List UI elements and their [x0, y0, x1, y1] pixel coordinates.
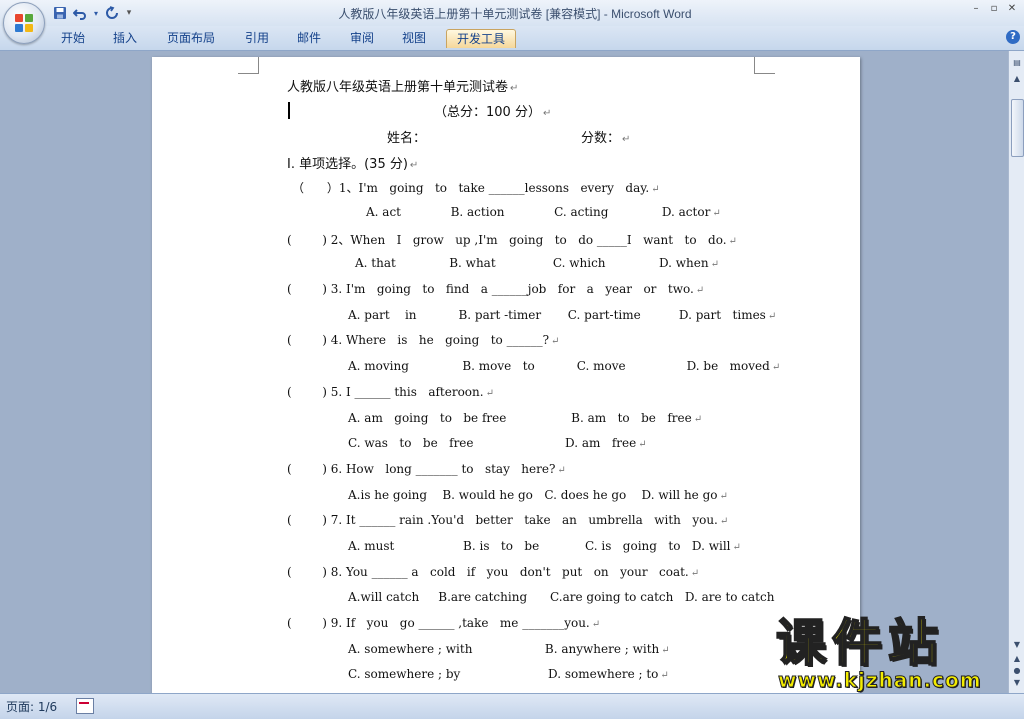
- question-6-options: A.is he going B. would he go C. does he …: [348, 488, 728, 502]
- question-5: ( ) 5. I ______ this afteroon. ↵: [287, 385, 494, 399]
- office-logo-icon: [15, 14, 33, 32]
- document-workspace: 人教版八年级英语上册第十单元测试卷 ↵ （总分：100 分） ↵ 姓名： 分数： ↵ …: [0, 51, 1008, 693]
- tab-mailings[interactable]: 邮件: [288, 29, 330, 47]
- question-5-options-1: A. am going to be free B. am to be free ↵: [348, 411, 703, 425]
- watermark-text: 课件站: [775, 613, 944, 673]
- title-bar: ▾ ▾ 人教版八年级英语上册第十单元测试卷 [兼容模式] - Microsoft…: [0, 0, 1024, 26]
- doc-section-heading: I. 单项选择。(35 分) ↵: [287, 157, 419, 172]
- tab-view[interactable]: 视图: [393, 29, 435, 47]
- scroll-up-icon[interactable]: ▲: [1010, 73, 1024, 85]
- status-bar: 页面: 1/6: [0, 693, 1024, 719]
- question-4-options: A. moving B. move to C. move D. be moved…: [348, 359, 781, 373]
- question-2-options: A. that B. what C. which D. when ↵: [355, 256, 719, 270]
- ruler-toggle-icon[interactable]: ▤: [1010, 57, 1024, 69]
- minimize-icon[interactable]: –: [968, 2, 984, 16]
- text-cursor: [288, 102, 290, 119]
- question-1: （ ）1、I'm going to take ______lessons eve…: [292, 181, 660, 195]
- proofing-icon[interactable]: [76, 698, 94, 714]
- help-icon[interactable]: ?: [1006, 30, 1020, 44]
- scroll-thumb[interactable]: [1011, 99, 1024, 157]
- question-4: ( ) 4. Where is he going to ______? ↵: [287, 333, 560, 347]
- window-title: 人教版八年级英语上册第十单元测试卷 [兼容模式] - Microsoft Wor…: [338, 7, 692, 21]
- question-6: ( ) 6. How long _______ to stay here? ↵: [287, 462, 566, 476]
- question-9-options-1: A. somewhere ; with B. anywhere ; with ↵: [348, 642, 670, 656]
- question-3: ( ) 3. I'm going to find a ______job for…: [287, 282, 705, 296]
- question-9: ( ) 9. If you go ______ ,take me _______…: [287, 616, 601, 630]
- tab-home[interactable]: 开始: [52, 29, 94, 47]
- vertical-scrollbar[interactable]: ▤ ▲ ▼ ▲ ● ▼: [1008, 51, 1024, 693]
- doc-total-score: （总分：100 分） ↵: [434, 105, 552, 120]
- document-page[interactable]: 人教版八年级英语上册第十单元测试卷 ↵ （总分：100 分） ↵ 姓名： 分数： ↵ …: [152, 57, 860, 693]
- question-2: ( ) 2、When I grow up ,I'm going to do __…: [287, 233, 737, 247]
- tab-references[interactable]: 引用: [236, 29, 278, 47]
- watermark-url: www.kjzhan.com: [778, 668, 982, 693]
- previous-page-icon[interactable]: ▲: [1010, 653, 1024, 665]
- office-button[interactable]: [3, 2, 45, 44]
- tab-insert[interactable]: 插入: [104, 29, 146, 47]
- doc-score-label: 分数： ↵: [581, 131, 631, 146]
- close-icon[interactable]: ✕: [1004, 2, 1020, 16]
- question-7-options: A. must B. is to be C. is going to D. wi…: [348, 539, 741, 553]
- next-page-icon[interactable]: ▼: [1010, 677, 1024, 689]
- scroll-down-icon[interactable]: ▼: [1010, 639, 1024, 651]
- question-3-options: A. part in B. part -timer C. part-time D…: [348, 308, 777, 322]
- tab-review[interactable]: 审阅: [341, 29, 383, 47]
- question-7: ( ) 7. It ______ rain .You'd better take…: [287, 513, 729, 527]
- question-9-options-2: C. somewhere ; by D. somewhere ; to ↵: [348, 667, 669, 681]
- question-5-options-2: C. was to be free D. am free ↵: [348, 436, 647, 450]
- tab-page-layout[interactable]: 页面布局: [160, 29, 222, 47]
- doc-title: 人教版八年级英语上册第十单元测试卷 ↵: [287, 80, 519, 95]
- window-controls: – ▫ ✕: [968, 2, 1020, 16]
- tab-developer[interactable]: 开发工具: [446, 29, 516, 48]
- doc-name-label: 姓名：: [387, 131, 427, 146]
- page-indicator[interactable]: 页面: 1/6: [6, 698, 57, 715]
- question-1-options: A. act B. action C. acting D. actor ↵: [366, 205, 721, 219]
- restore-icon[interactable]: ▫: [986, 2, 1002, 16]
- browse-object-icon[interactable]: ●: [1010, 665, 1024, 677]
- question-8: ( ) 8. You ______ a cold if you don't pu…: [287, 565, 700, 579]
- watermark-logo: 课件站 www.kjzhan.com: [770, 613, 1006, 693]
- ribbon-tabs: 开始 插入 页面布局 引用 邮件 审阅 视图 开发工具 ?: [0, 26, 1024, 51]
- question-8-options: A.will catch B.are catching C.are going …: [348, 590, 775, 604]
- crop-mark-left: [238, 57, 259, 74]
- crop-mark-right: [754, 57, 775, 74]
